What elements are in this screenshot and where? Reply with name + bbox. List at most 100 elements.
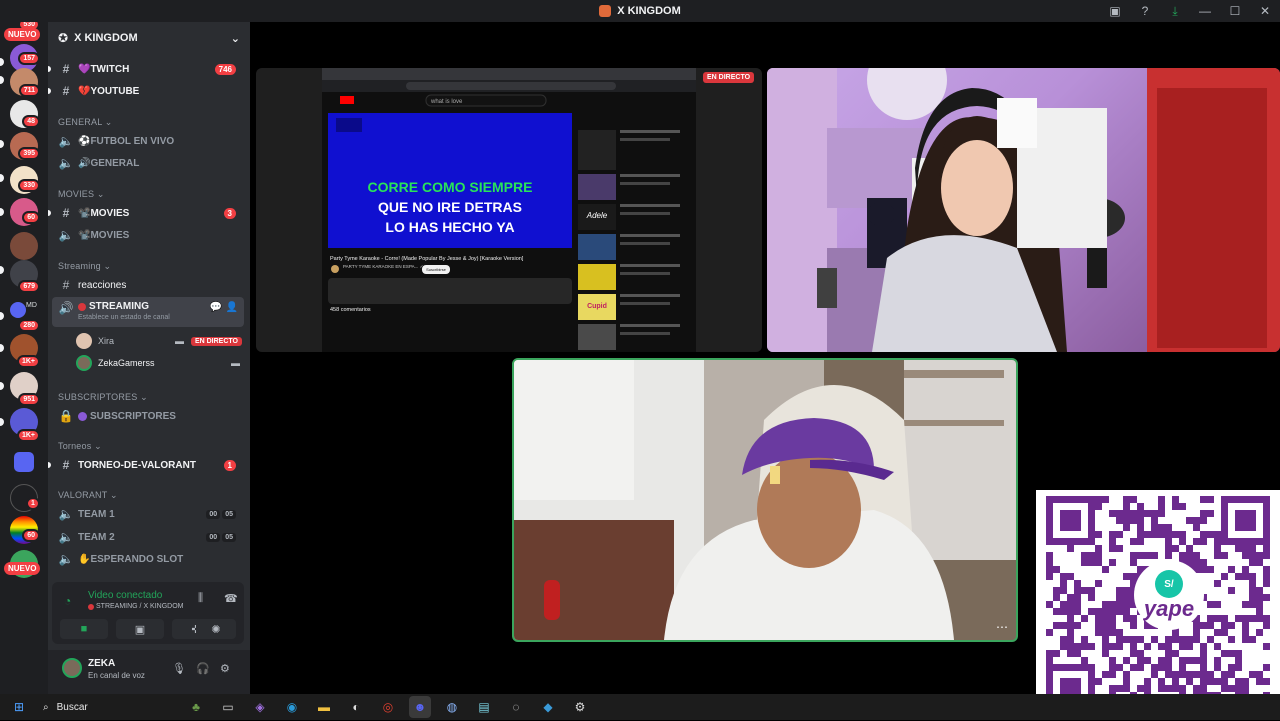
nuevo-badge[interactable]: NUEVO [4,28,41,41]
channel-movies-text[interactable]: # 📽️MOVIES 3 [48,203,244,223]
qr-module [1228,685,1235,692]
channel-team2[interactable]: 🔈 TEAM 2 00 05 [52,527,244,547]
qr-module [1046,657,1053,664]
download-icon[interactable]: ⤓ [1160,0,1190,22]
category-movies[interactable]: MOVIES ⌄ [58,189,105,200]
soundboard-button[interactable]: ✺ [196,619,236,639]
adele-thumb-text: Adele [586,211,608,220]
obs-icon[interactable]: ◌ [505,696,527,718]
channel-futbol[interactable]: 🔈 ⚽FUTBOL EN VIVO [52,131,244,151]
app-icon[interactable]: ◐ [345,696,367,718]
avatar[interactable] [62,658,82,678]
minimize-button[interactable]: — [1190,0,1220,22]
qr-module [1207,615,1214,622]
category-subs[interactable]: SUBSCRIPTORES ⌄ [58,392,148,403]
qr-module [1081,657,1088,664]
copilot-icon[interactable]: ◈ [249,696,271,718]
unread-pip [0,382,4,390]
folder-icon[interactable] [14,452,34,472]
maximize-button[interactable]: ☐ [1220,0,1250,22]
qr-module [1165,636,1172,643]
qr-module [1123,510,1130,517]
screen-share-icon: ▣ [134,623,146,636]
taskbar-search[interactable]: ⌕ Buscar [35,697,175,717]
settings-icon[interactable]: ⚙ [569,696,591,718]
voice-status[interactable]: Video conectado [88,590,162,601]
help-icon[interactable]: ? [1130,0,1160,22]
noise-suppression-icon[interactable]: ⫼ [198,592,203,605]
webcam-tile-zeka[interactable]: ⋯ [512,358,1018,642]
qr-module [1165,671,1172,678]
more-options-icon[interactable]: ⋯ [996,620,1008,634]
qr-module [1228,664,1235,671]
edge-icon[interactable]: ◉ [281,696,303,718]
qr-module [1249,615,1256,622]
steam-icon[interactable]: ◍ [441,696,463,718]
app-icon[interactable]: ▤ [473,696,495,718]
channel-general[interactable]: 🔈 🔊GENERAL [52,153,244,173]
add-user-icon[interactable]: 👤 [226,302,238,313]
discord-icon[interactable]: ☻ [409,696,431,718]
webcam-tile-xira[interactable] [767,68,1280,352]
category-valorant[interactable]: VALORANT ⌄ [58,490,118,501]
hashtag-icon: # [62,206,70,220]
qr-module [1095,622,1102,629]
channel-esperando-slot[interactable]: 🔈 ✋ESPERANDO SLOT [52,549,244,569]
channel-torneo[interactable]: # TORNEO-DE-VALORANT 1 [48,455,244,475]
qr-module [1095,629,1102,636]
category-general[interactable]: GENERAL ⌄ [58,117,113,128]
qr-module [1256,601,1263,608]
channel-reacciones[interactable]: # reacciones [52,275,244,295]
server-icon[interactable] [10,232,38,260]
gear-icon[interactable]: ⚙ [220,662,230,675]
voice-location[interactable]: STREAMING / X KINGDOM [88,603,184,610]
app-icon[interactable]: ◆ [537,696,559,718]
qr-module [1158,503,1165,510]
headphones-icon[interactable]: 🎧 [196,662,210,675]
close-button[interactable]: ✕ [1250,0,1280,22]
channel-team1[interactable]: 🔈 TEAM 1 00 05 [52,504,244,524]
channel-status[interactable]: Establece un estado de canal [78,314,170,321]
qr-module [1109,671,1116,678]
channel-movies-voice[interactable]: 🔈 📽️MOVIES [52,225,244,245]
category-torneos[interactable]: Torneos ⌄ [58,441,102,452]
channel-twitch[interactable]: # 💜TWITCH 746 [48,59,244,79]
task-view-icon[interactable]: ▭ [217,696,239,718]
category-streaming[interactable]: Streaming ⌄ [58,261,111,272]
channel-streaming[interactable]: 🔊 STREAMING Establece un estado de canal… [52,297,244,327]
qr-module [1193,657,1200,664]
qr-module [1221,552,1228,559]
qr-module [1046,552,1053,559]
server-icon[interactable] [10,302,26,318]
screen-icon[interactable]: ▣ [1100,0,1130,22]
microphone-icon[interactable]: 🎙 [172,662,186,675]
windows-taskbar: ⊞ ⌕ Buscar ♣ ▭ ◈ ◉ ▬ ◐ ◎ ☻ ◍ ▤ ◌ ◆ ⚙ [0,694,1280,720]
qr-module [1046,559,1053,566]
windows-start-icon[interactable]: ⊞ [8,696,30,718]
widget-icon[interactable]: ♣ [185,696,207,718]
channel-name: TORNEO-DE-VALORANT [78,459,196,471]
qr-module [1060,601,1067,608]
qr-module [1200,664,1207,671]
channel-youtube[interactable]: # 💔YOUTUBE [48,81,244,101]
qr-module [1179,503,1186,510]
file-explorer-icon[interactable]: ▬ [313,696,335,718]
voice-user-zeka[interactable]: ZekaGamerss ▬ [76,353,244,373]
qr-module [1158,531,1165,538]
channel-subscriptores[interactable]: 🔒 SUBSCRIPTORES [52,406,244,426]
qr-module [1186,552,1193,559]
nuevo-badge[interactable]: NUEVO [4,562,41,575]
screen-share-button[interactable]: ▣ [116,619,164,639]
user-name[interactable]: ZEKA [88,658,115,669]
guild-header[interactable]: ✪ X KINGDOM ⌄ [48,22,250,54]
chat-icon[interactable]: 💬 [210,302,222,313]
disconnect-icon[interactable]: ☎ [224,592,238,605]
voice-user-xira[interactable]: Xira ▬ EN DIRECTO [76,331,244,351]
qr-module [1242,601,1249,608]
category-label: Torneos [58,441,92,451]
chrome-icon[interactable]: ◎ [377,696,399,718]
screen-share-tile[interactable]: what is love CORRE COMO SIEMPRE QUE NO I… [256,68,762,352]
video-title: Party Tyme Karaoke - Corre! (Made Popula… [330,256,524,262]
camera-button[interactable]: ■ [60,619,108,639]
signal-icon[interactable]: ◔ [64,594,71,608]
